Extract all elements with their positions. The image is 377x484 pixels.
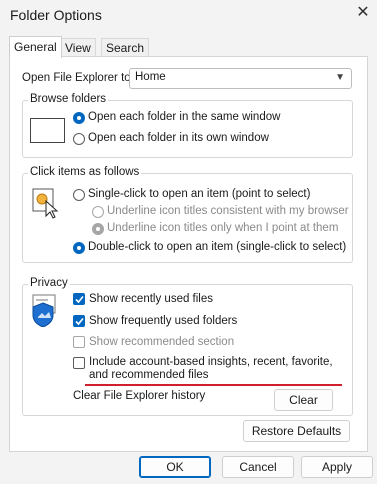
- own-window-label: Open each folder in its own window: [88, 132, 269, 144]
- radio-same-window[interactable]: [73, 112, 85, 124]
- checkbox-frequent-folders[interactable]: [73, 315, 85, 327]
- recommended-label: Show recommended section: [89, 336, 235, 348]
- checkbox-recent-files[interactable]: [73, 293, 85, 305]
- radio-single-click[interactable]: [73, 189, 85, 201]
- folder-window-icon: [30, 118, 65, 143]
- radio-own-window[interactable]: [73, 133, 85, 145]
- checkmark-icon: [75, 295, 84, 304]
- checkbox-insights[interactable]: [73, 357, 85, 369]
- ok-button[interactable]: OK: [139, 456, 211, 478]
- open-explorer-select[interactable]: Home ▼: [129, 68, 352, 89]
- apply-button[interactable]: Apply: [301, 456, 373, 478]
- same-window-label: Open each folder in the same window: [88, 111, 281, 123]
- window-title: Folder Options: [10, 7, 102, 23]
- highlight-underline: [85, 384, 342, 386]
- open-explorer-label: Open File Explorer to:: [22, 72, 134, 84]
- tab-general[interactable]: General: [9, 36, 62, 58]
- checkmark-icon: [75, 317, 84, 326]
- radio-double-click[interactable]: [73, 242, 85, 254]
- tab-search[interactable]: Search: [101, 38, 150, 57]
- open-explorer-value: Home: [135, 71, 166, 83]
- close-icon[interactable]: ✕: [352, 2, 374, 24]
- privacy-title: Privacy: [28, 277, 70, 289]
- checkbox-recommended[interactable]: [73, 336, 85, 348]
- clear-button[interactable]: Clear: [274, 389, 333, 411]
- insights-label: Include account-based insights, recent, …: [89, 356, 333, 381]
- cancel-button[interactable]: Cancel: [222, 456, 294, 478]
- click-items-title: Click items as follows: [28, 166, 142, 178]
- browse-folders-group: [22, 100, 353, 158]
- radio-underline-point[interactable]: [92, 223, 104, 235]
- double-click-label: Double-click to open an item (single-cli…: [88, 241, 347, 253]
- click-pointer-icon: [32, 188, 62, 223]
- single-click-label: Single-click to open an item (point to s…: [88, 188, 311, 200]
- privacy-shield-icon: [31, 293, 65, 330]
- frequent-folders-label: Show frequently used folders: [89, 315, 238, 327]
- underline-browser-label: Underline icon titles consistent with my…: [107, 205, 349, 217]
- recent-files-label: Show recently used files: [89, 293, 214, 305]
- browse-folders-title: Browse folders: [28, 93, 109, 105]
- tab-view[interactable]: View: [60, 38, 96, 57]
- underline-point-label: Underline icon titles only when I point …: [107, 222, 339, 234]
- restore-defaults-button[interactable]: Restore Defaults: [243, 420, 350, 442]
- chevron-down-icon: ▼: [335, 72, 345, 83]
- clear-history-label: Clear File Explorer history: [73, 390, 206, 402]
- radio-underline-browser[interactable]: [92, 206, 104, 218]
